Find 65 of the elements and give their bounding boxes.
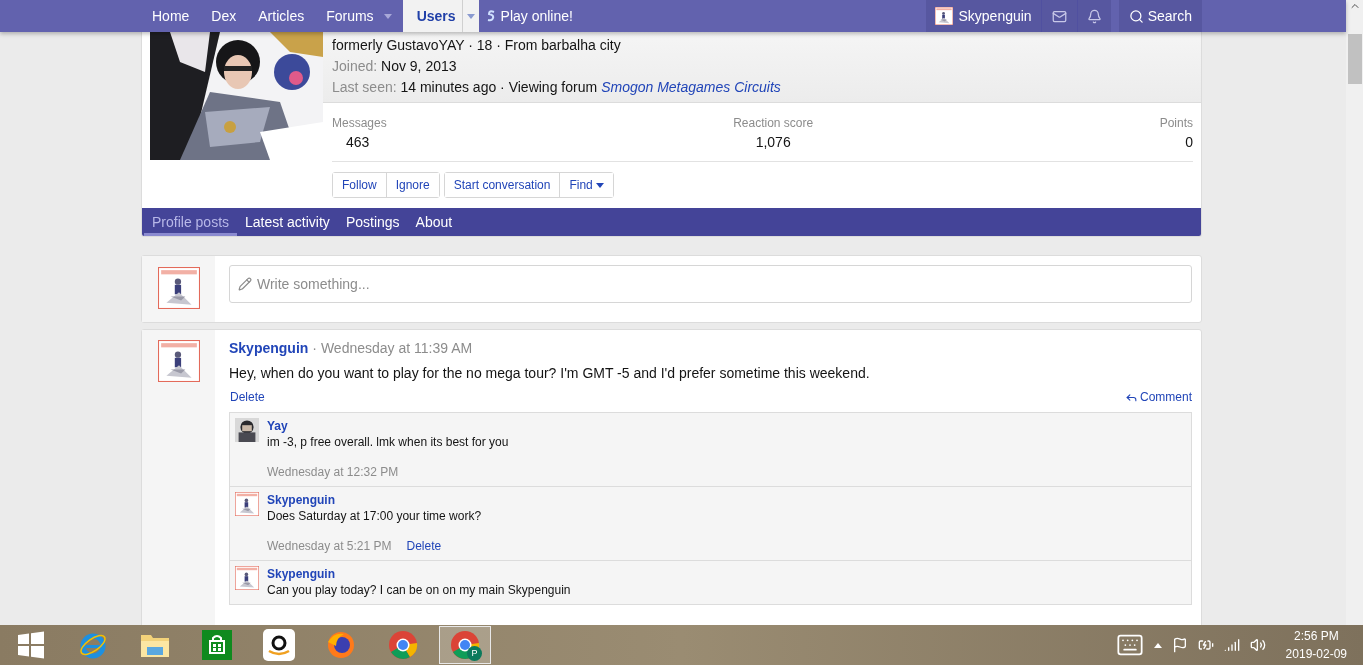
- comment-time: Wednesday at 5:21 PM: [267, 538, 392, 554]
- nav-tab[interactable]: Home: [141, 0, 201, 32]
- forum-link[interactable]: Smogon Metagames Circuits: [601, 77, 781, 98]
- logo-icon: [486, 10, 496, 22]
- inbox-button[interactable]: [1040, 0, 1077, 32]
- signal-icon: [1223, 637, 1240, 653]
- play-online-link[interactable]: Play online!: [478, 0, 581, 32]
- scrollbar[interactable]: [1346, 0, 1363, 625]
- user-tagline: formerly GustavoYAY · 18 · From barbalha city: [332, 36, 622, 55]
- search-icon: [1128, 8, 1144, 24]
- volume-icon: [1249, 637, 1266, 653]
- clock-time[interactable]: 2:56 PM: [1293, 627, 1339, 645]
- comment-text: Does Saturday at 17:00 your time work?: [267, 508, 483, 524]
- profile-tab[interactable]: Profile posts: [144, 208, 238, 236]
- comment-text: Can you play today? I can be on on my main Skypenguin: [267, 582, 572, 598]
- comment-text: im -3, p free overall. lmk when its best for you: [267, 434, 510, 450]
- post-time: · Wednesday at 11:39 AM: [312, 339, 473, 358]
- joined-date: Joined: Nov 9, 2013: [332, 57, 458, 76]
- flag-icon: [1171, 637, 1188, 653]
- profile-tab[interactable]: Latest activity: [237, 208, 338, 236]
- stat-label: Reaction score: [733, 115, 814, 132]
- scrollbar-thumb[interactable]: [1347, 34, 1362, 84]
- pencil-icon: [238, 277, 252, 291]
- comment-time: Wednesday at 12:32 PM: [267, 464, 399, 480]
- user-account-link[interactable]: Skypenguin: [926, 0, 1041, 32]
- fox-browser-icon[interactable]: [326, 630, 356, 660]
- show-hidden-icons-icon[interactable]: [1153, 642, 1162, 648]
- comment-author[interactable]: Skypenguin: [267, 566, 1186, 582]
- profile-tab[interactable]: About: [407, 208, 461, 236]
- stat-value: 1,076: [755, 133, 791, 152]
- post-text: Hey, when do you want to play for the no mega tour? I'm GMT -5 and I'd prefer sometime this weekend.: [229, 364, 871, 382]
- chrome-icon[interactable]: [388, 630, 418, 660]
- delete-link[interactable]: Delete: [229, 388, 265, 406]
- nav-tab[interactable]: Users: [402, 0, 479, 32]
- caret-icon: [595, 182, 604, 188]
- caret-icon[interactable]: [466, 13, 475, 19]
- profile-badge: P: [467, 646, 482, 661]
- battery-icon: [1197, 637, 1214, 653]
- stat-value: 0: [1185, 133, 1193, 152]
- stat-label: Points: [1159, 115, 1193, 132]
- profile-action-button[interactable]: Find: [559, 173, 613, 197]
- windows-logo-icon[interactable]: [17, 631, 45, 659]
- clock-date[interactable]: 2019-02-09: [1285, 645, 1347, 663]
- comment-author[interactable]: Skypenguin: [267, 492, 1186, 508]
- shopping-app-icon[interactable]: [263, 629, 295, 661]
- profile-tab[interactable]: Postings: [337, 208, 408, 236]
- post-author[interactable]: Skypenguin: [229, 338, 309, 359]
- profile-action-button[interactable]: Ignore: [385, 173, 439, 197]
- write-something-field[interactable]: Write something...: [229, 265, 1192, 303]
- comment-link[interactable]: Comment: [1125, 388, 1192, 406]
- search-button[interactable]: Search: [1118, 0, 1202, 32]
- last-seen: Last seen: 14 minutes ago · Viewing forum: [332, 78, 598, 97]
- stat-label: Messages: [332, 115, 387, 132]
- caret-icon[interactable]: [383, 13, 392, 19]
- chrome-window-button[interactable]: P: [439, 626, 491, 664]
- comment-author[interactable]: Yay: [267, 418, 1186, 434]
- mail-icon: [1051, 8, 1067, 24]
- alerts-button[interactable]: [1076, 0, 1111, 32]
- stat-value: 463: [345, 133, 370, 152]
- nav-tab[interactable]: Forums: [315, 0, 403, 32]
- delete-link[interactable]: Delete: [406, 538, 442, 554]
- store-icon[interactable]: [202, 630, 232, 660]
- bell-icon: [1086, 8, 1102, 24]
- nav-tab[interactable]: Dex: [200, 0, 248, 32]
- nav-tab[interactable]: Articles: [247, 0, 316, 32]
